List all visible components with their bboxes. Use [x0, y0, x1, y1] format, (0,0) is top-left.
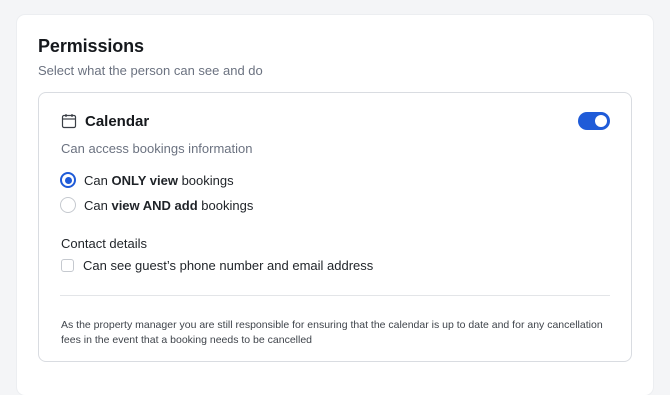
radio-button[interactable] — [60, 172, 76, 188]
radio-label-suffix: bookings — [197, 197, 254, 213]
calendar-toggle[interactable] — [578, 112, 610, 130]
calendar-permission-card: Calendar Can access bookings information… — [38, 92, 632, 362]
radio-option-view-and-add[interactable]: Can view AND add bookings — [60, 196, 253, 214]
page-title: Permissions — [38, 36, 144, 56]
page-subtitle: Select what the person can see and do — [38, 63, 263, 78]
responsibility-notice: As the property manager you are still re… — [61, 319, 603, 346]
radio-label-prefix: Can — [84, 197, 112, 213]
card-title: Calendar — [85, 113, 150, 130]
card-description: Can access bookings information — [61, 141, 253, 156]
toggle-knob — [595, 115, 607, 127]
radio-label-emphasis: ONLY view — [111, 172, 178, 188]
contact-details-option[interactable]: Can see guest’s phone number and email a… — [61, 257, 373, 273]
divider — [60, 295, 610, 296]
radio-label-prefix: Can — [84, 172, 112, 188]
radio-label-emphasis: view AND add — [111, 197, 198, 213]
radio-label: Can ONLY view bookings — [84, 173, 234, 188]
checkbox-label: Can see guest’s phone number and email a… — [83, 257, 374, 273]
radio-label-suffix: bookings — [177, 172, 234, 188]
permissions-panel: Permissions Select what the person can s… — [17, 15, 653, 395]
radio-label: Can view AND add bookings — [84, 198, 253, 213]
contact-details-label: Contact details — [61, 236, 147, 251]
radio-button[interactable] — [60, 197, 76, 213]
contact-details-checkbox[interactable] — [61, 258, 74, 272]
calendar-icon — [61, 114, 77, 129]
radio-option-view-only[interactable]: Can ONLY view bookings — [60, 171, 234, 189]
